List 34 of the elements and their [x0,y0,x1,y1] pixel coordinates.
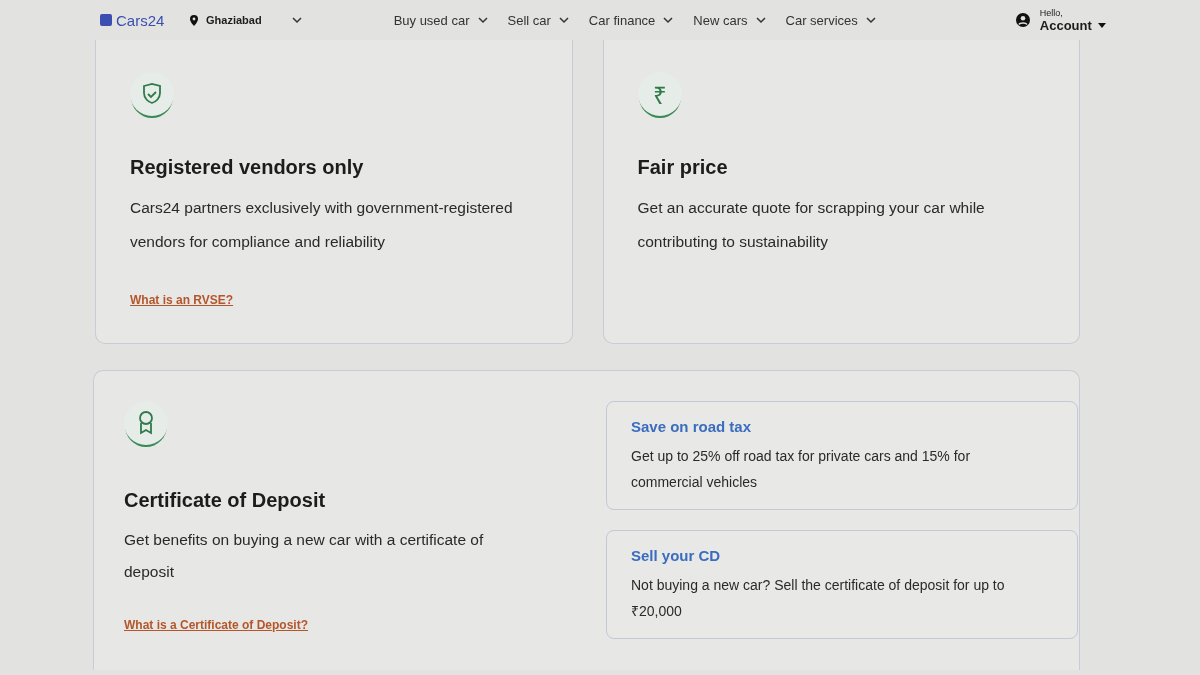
rupee-icon: ₹ [652,77,667,111]
location-label[interactable]: Ghaziabad [206,14,262,26]
benefit-description: Not buying a new car? Sell the certificate of deposit for up to ₹20,000 [631,576,1006,621]
benefit-description: Get up to 25% off road tax for private cars and 15% for commercial vehicles [631,447,972,492]
nav-item[interactable]: Buy used car [393,12,488,28]
shield-check-icon [142,83,162,105]
award-icon [138,411,154,435]
chevron-icon [865,16,876,24]
caret-icon [1097,22,1106,28]
location-pin-icon [190,14,198,26]
card-description: Cars24 partners exclusively with government-registered vendors for compliance and reliability [130,198,514,252]
nav-item[interactable]: New cars [693,12,766,28]
card-description: Get benefits on buying a new car with a certificate of deposit [124,530,485,582]
card-description: Get an accurate quote for scrapping your car while contributing to sustainability [637,198,986,252]
info-link[interactable]: What is a Certificate of Deposit? [124,618,309,632]
benefit-title: Save on road tax [631,418,753,435]
chevron-icon [291,16,302,24]
logo[interactable]: Cars24 [116,11,165,29]
info-link[interactable]: What is an RVSE? [130,293,234,307]
chevron-icon [477,16,488,24]
benefit-title: Sell your CD [631,547,722,564]
chevron-icon [755,16,766,24]
greeting: Hello, [1039,7,1064,18]
logo-icon [100,14,112,26]
account-menu[interactable]: Account [1039,17,1106,33]
chevron-icon [663,16,674,24]
nav-item[interactable]: Car services [785,12,876,28]
card-title: Fair price [637,156,729,179]
nav-item[interactable]: Car finance [588,12,674,28]
card-title: Registered vendors only [130,156,365,179]
nav-item[interactable]: Sell car [507,12,569,28]
card-title: Certificate of Deposit [124,489,327,512]
chevron-icon [558,16,569,24]
user-avatar-icon [1015,13,1030,27]
